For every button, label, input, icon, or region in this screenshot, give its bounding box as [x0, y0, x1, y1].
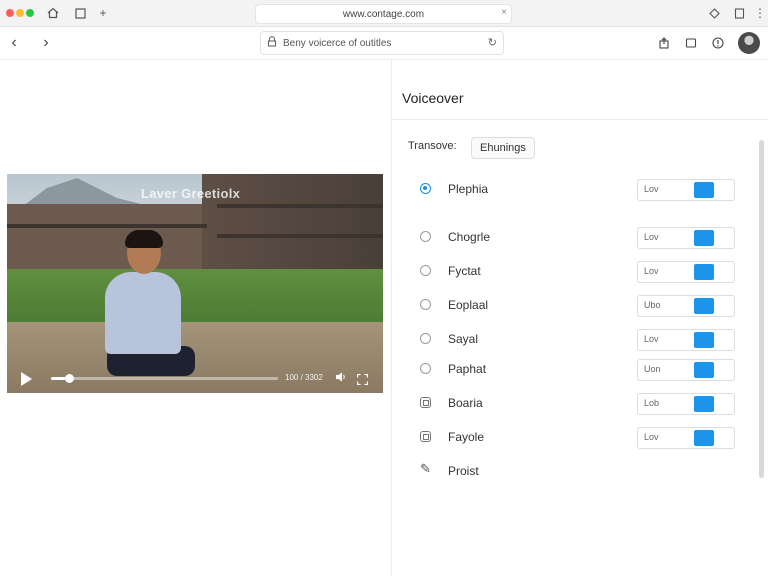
address-text: www.contage.com — [342, 8, 425, 20]
voice-name: Eoplaal — [448, 298, 489, 312]
info-icon[interactable] — [709, 34, 727, 52]
maximize-window-button[interactable] — [26, 9, 34, 17]
video-controls: 100 / 3302 — [7, 367, 383, 391]
voice-level-handle[interactable] — [694, 230, 714, 246]
video-frame-detail — [217, 234, 383, 238]
translate-language-button[interactable]: Ehunings — [471, 137, 535, 159]
voice-level-label: Lov — [644, 232, 659, 242]
voice-level-slider[interactable]: Uon — [637, 359, 735, 381]
voice-level-slider[interactable]: Lov — [637, 227, 735, 249]
volume-icon[interactable] — [335, 371, 347, 386]
back-icon[interactable]: ‹ — [5, 34, 23, 52]
video-frame-building — [7, 204, 212, 274]
voice-option[interactable]: Eoplaal Ubo — [392, 293, 752, 319]
voice-name: Plephia — [448, 182, 489, 196]
bookmark-icon[interactable] — [682, 34, 700, 52]
translate-label: Transove: — [408, 140, 457, 152]
voice-box-icon[interactable] — [420, 431, 431, 442]
voice-radio-button[interactable] — [420, 231, 431, 242]
voice-level-label: Ubo — [644, 300, 661, 310]
minimize-window-button[interactable] — [16, 9, 24, 17]
voice-name: Chogrle — [448, 230, 491, 244]
clear-address-icon[interactable]: × — [501, 7, 507, 18]
voice-level-slider[interactable]: Lob — [637, 393, 735, 415]
panel-scrollbar[interactable] — [759, 140, 764, 478]
voice-option[interactable]: Boaria Lob — [392, 391, 752, 417]
video-overlay-title: Laver Greetiolx — [141, 186, 241, 201]
pencil-icon[interactable]: ✎ — [420, 461, 431, 477]
voice-option[interactable]: Paphat Uon — [392, 357, 752, 383]
video-frame-grass — [7, 269, 383, 324]
page-title: Voiceover — [402, 90, 464, 106]
voice-level-handle[interactable] — [694, 362, 714, 378]
avatar[interactable] — [738, 32, 760, 54]
panel-separator — [392, 119, 768, 120]
search-text: Beny voicerce of outitles — [283, 37, 392, 49]
voice-level-handle[interactable] — [694, 298, 714, 314]
home-icon[interactable] — [45, 5, 61, 21]
voice-box-icon[interactable] — [420, 397, 431, 408]
voice-option[interactable]: Sayal Lov — [392, 327, 752, 353]
voice-level-handle[interactable] — [694, 430, 714, 446]
voice-level-handle[interactable] — [694, 332, 714, 348]
progress-bar[interactable] — [51, 374, 278, 383]
voice-option[interactable]: ✎ Proist — [392, 459, 752, 485]
voice-level-label: Lov — [644, 334, 659, 344]
search-input[interactable]: Beny voicerce of outitles ↻ — [260, 31, 504, 55]
voice-name: Fayole — [448, 430, 485, 444]
new-tab-icon[interactable]: + — [95, 5, 111, 21]
voice-radio-button[interactable] — [420, 299, 431, 310]
tab-overview-icon[interactable] — [72, 5, 88, 21]
close-window-button[interactable] — [6, 9, 14, 17]
voice-level-label: Lob — [644, 398, 660, 408]
voice-level-handle[interactable] — [694, 182, 714, 198]
voice-name: Fyctat — [448, 264, 481, 278]
more-icon[interactable]: ⋮ — [752, 5, 768, 21]
voice-name: Proist — [448, 464, 479, 478]
voice-name: Boaria — [448, 396, 483, 410]
voice-level-handle[interactable] — [694, 264, 714, 280]
lock-icon — [261, 36, 283, 50]
fullscreen-icon[interactable] — [356, 372, 369, 386]
address-bar[interactable]: www.contage.com × — [255, 4, 512, 24]
voice-level-label: Lov — [644, 432, 659, 442]
time-display: 100 / 3302 — [285, 373, 323, 382]
voice-level-handle[interactable] — [694, 396, 714, 412]
voice-radio-button[interactable] — [420, 333, 431, 344]
voice-level-label: Lov — [644, 266, 659, 276]
voice-level-slider[interactable]: Ubo — [637, 295, 735, 317]
voice-name: Sayal — [448, 332, 479, 346]
video-player[interactable]: Laver Greetiolx 100 / 3302 — [7, 174, 383, 393]
extension-icon[interactable] — [706, 5, 722, 21]
voice-radio-button[interactable] — [420, 183, 431, 194]
navigation-bar: ‹ › Beny voicerce of outitles ↻ — [0, 27, 768, 60]
reload-icon[interactable]: ↻ — [488, 36, 497, 49]
voice-level-slider[interactable]: Lov — [637, 179, 735, 201]
share-icon[interactable] — [655, 34, 673, 52]
voice-level-slider[interactable]: Lov — [637, 329, 735, 351]
video-frame-person — [105, 272, 181, 354]
video-frame-detail — [217, 204, 383, 208]
voice-option[interactable]: Chogrle Lov — [392, 225, 752, 251]
voice-radio-button[interactable] — [420, 363, 431, 374]
forward-icon[interactable]: › — [37, 34, 55, 52]
play-icon[interactable] — [21, 372, 32, 386]
voice-option[interactable]: Plephia Lov — [392, 177, 752, 203]
progress-handle[interactable] — [65, 374, 75, 383]
voice-level-slider[interactable]: Lov — [637, 261, 735, 283]
voice-option[interactable]: Fyctat Lov — [392, 259, 752, 285]
title-bar: + www.contage.com × ⋮ — [0, 0, 768, 27]
video-frame-person — [125, 230, 163, 248]
voice-name: Paphat — [448, 362, 487, 376]
voice-level-label: Uon — [644, 364, 661, 374]
voice-option[interactable]: Fayole Lov — [392, 425, 752, 451]
voice-level-slider[interactable]: Lov — [637, 427, 735, 449]
video-frame-detail — [7, 224, 207, 228]
window-icon[interactable] — [731, 5, 747, 21]
voice-radio-button[interactable] — [420, 265, 431, 276]
voice-level-label: Lov — [644, 184, 659, 194]
